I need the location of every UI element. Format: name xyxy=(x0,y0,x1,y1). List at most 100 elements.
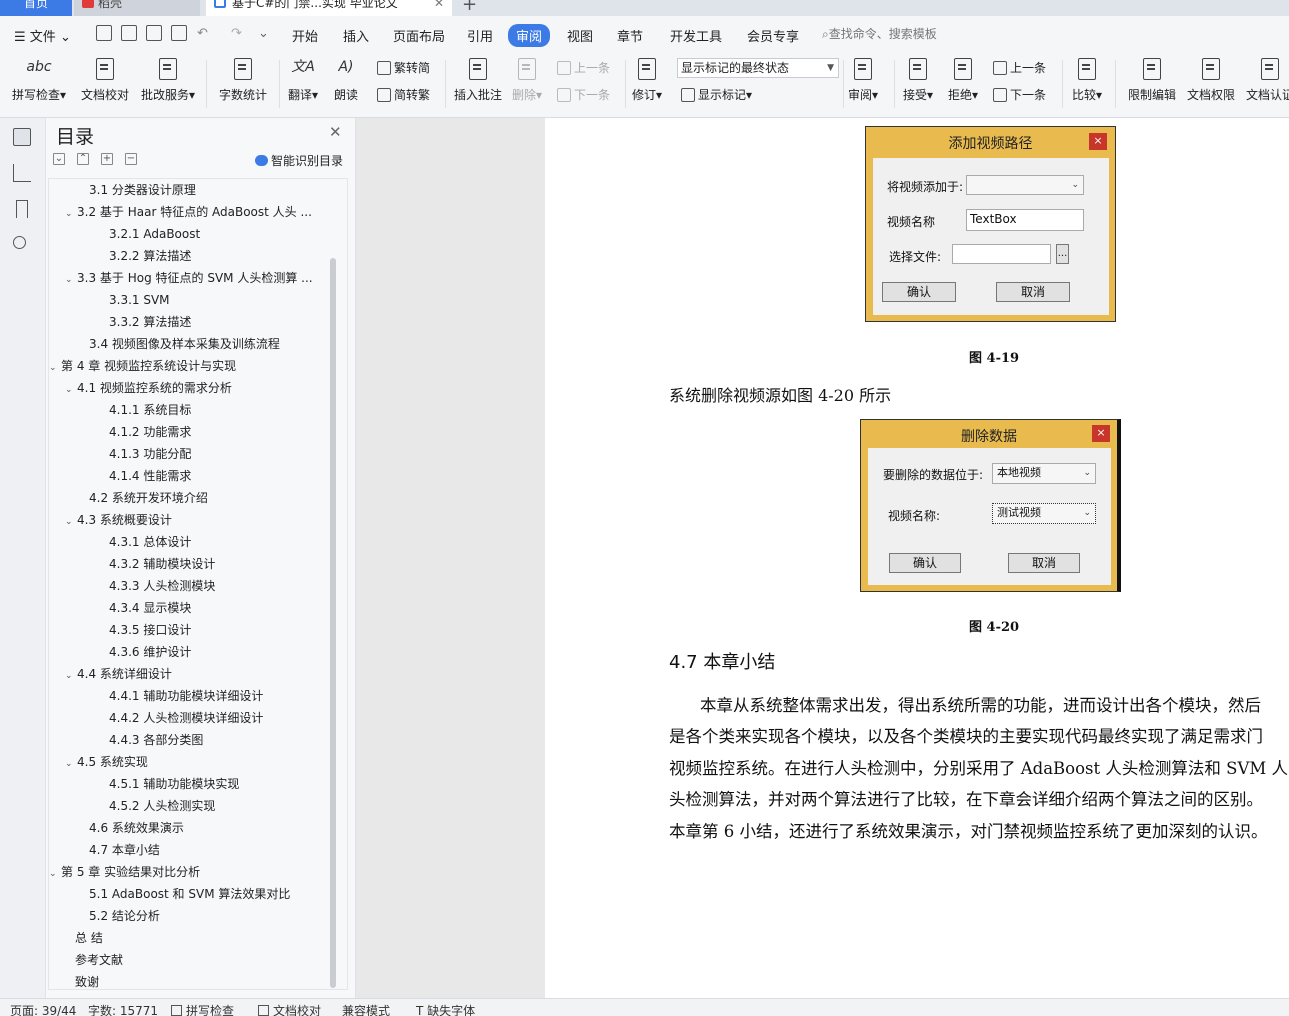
menu-insert[interactable]: 插入 xyxy=(343,26,369,45)
read-aloud-button[interactable]: A) 朗读 xyxy=(333,56,359,103)
toc-item[interactable]: 4.1.4 性能需求 xyxy=(109,465,191,487)
toc-item[interactable]: ⌄ 3.3 基于 Hog 特征点的 SVM 人头检测算 ... xyxy=(65,267,313,289)
menu-references[interactable]: 引用 xyxy=(467,26,493,45)
track-changes-button[interactable]: 修订▾ xyxy=(632,56,662,103)
bookmark-icon[interactable] xyxy=(16,200,28,218)
to-traditional-button[interactable]: 简转繁 xyxy=(377,86,430,103)
toc-item[interactable]: 4.3.1 总体设计 xyxy=(109,531,191,553)
review-pane-button[interactable]: 审阅▾ xyxy=(848,56,878,103)
insert-comment-button[interactable]: 插入批注 xyxy=(454,56,502,103)
doc-permission-button[interactable]: 文档权限 xyxy=(1187,56,1235,103)
close-tab-icon[interactable]: ✕ xyxy=(434,0,444,12)
toc-item[interactable]: 4.4.2 人头检测模块详细设计 xyxy=(109,707,263,729)
add-heading-icon[interactable]: + xyxy=(101,153,113,165)
tab-document[interactable]: 基于C#的门禁...实现 毕业论文 ✕ xyxy=(206,0,452,16)
chevron-down-icon[interactable]: ⌄ xyxy=(49,357,61,379)
new-tab-button[interactable]: + xyxy=(462,0,477,15)
accept-button[interactable]: 接受▾ xyxy=(903,56,933,103)
toc-item[interactable]: 3.2.2 算法描述 xyxy=(109,245,191,267)
menu-view[interactable]: 视图 xyxy=(567,26,593,45)
translate-button[interactable]: 文A 翻译▾ xyxy=(288,56,318,103)
command-search[interactable]: ⌕查找命令、搜索模板 xyxy=(822,25,937,42)
chevron-down-icon[interactable]: ⌄ xyxy=(65,203,77,225)
toc-item[interactable]: ⌄ 4.1 视频监控系统的需求分析 xyxy=(65,377,232,399)
toc-item[interactable]: 3.2.1 AdaBoost xyxy=(109,223,200,245)
toc-item[interactable]: 4.5.2 人头检测实现 xyxy=(109,795,215,817)
doc-cert-button[interactable]: 文档认证 xyxy=(1246,56,1289,103)
close-icon[interactable]: ✕ xyxy=(329,123,342,141)
toc-item[interactable]: ⌄ 4.4 系统详细设计 xyxy=(65,663,172,685)
chapter-nav-icon[interactable] xyxy=(13,164,31,182)
prev-change-button[interactable]: 上一条 xyxy=(993,59,1046,76)
doc-proof-button[interactable]: 文档校对 xyxy=(81,56,129,103)
toc-item[interactable]: 4.3.3 人头检测模块 xyxy=(109,575,215,597)
word-count[interactable]: 字数: 15771 xyxy=(88,1002,158,1016)
toc-item[interactable]: ⌄ 3.2 基于 Haar 特征点的 AdaBoost 人头 ... xyxy=(65,201,312,223)
show-markup-button[interactable]: 显示标记▾ xyxy=(681,86,752,103)
toc-item[interactable]: 4.3.6 维护设计 xyxy=(109,641,191,663)
next-change-button[interactable]: 下一条 xyxy=(993,86,1046,103)
menu-member[interactable]: 会员专享 xyxy=(747,26,799,45)
delete-comment-button[interactable]: 删除▾ xyxy=(512,56,542,103)
toc-item[interactable]: 参考文献 xyxy=(75,949,123,971)
menu-review[interactable]: 审阅 xyxy=(508,24,551,47)
smart-toc-button[interactable]: 智能识别目录 xyxy=(255,152,343,169)
toc-item[interactable]: ⌄ 第 5 章 实验结果对比分析 xyxy=(49,861,200,883)
word-count-button[interactable]: 字数统计 xyxy=(219,56,267,103)
reject-button[interactable]: 拒绝▾ xyxy=(948,56,978,103)
search-icon[interactable] xyxy=(13,236,26,249)
status-spell-check[interactable]: 拼写检查 xyxy=(171,1002,234,1016)
toc-item[interactable]: 4.2 系统开发环境介绍 xyxy=(89,487,208,509)
toc-item[interactable]: 3.4 视频图像及样本采集及训练流程 xyxy=(89,333,280,355)
spell-check-button[interactable]: abc 拼写检查▾ xyxy=(12,56,66,103)
tab-home[interactable]: 首页 xyxy=(0,0,72,16)
batch-service-button[interactable]: 批改服务▾ xyxy=(141,56,195,103)
toc-item[interactable]: 4.1.1 系统目标 xyxy=(109,399,191,421)
chevron-down-icon[interactable]: ⌄ xyxy=(49,863,61,885)
toc-item[interactable]: 5.2 结论分析 xyxy=(89,905,160,927)
chevron-down-icon[interactable]: ⌄ xyxy=(65,511,77,533)
chevron-down-icon[interactable]: ⌄ xyxy=(65,269,77,291)
save-icon[interactable] xyxy=(96,25,112,41)
toc-item[interactable]: 4.4.3 各部分类图 xyxy=(109,729,203,751)
export-pdf-icon[interactable] xyxy=(121,25,137,41)
toc-item[interactable]: 3.3.2 算法描述 xyxy=(109,311,191,333)
menu-start[interactable]: 开始 xyxy=(292,26,318,45)
print-preview-icon[interactable] xyxy=(171,25,187,41)
compare-button[interactable]: 比较▾ xyxy=(1072,56,1102,103)
menu-developer[interactable]: 开发工具 xyxy=(670,26,722,45)
toc-item[interactable]: 3.1 分类器设计原理 xyxy=(89,179,196,201)
next-comment-button[interactable]: 下一条 xyxy=(557,86,610,103)
toc-item[interactable]: 3.3.1 SVM xyxy=(109,289,170,311)
remove-heading-icon[interactable]: − xyxy=(125,153,137,165)
expand-up-icon[interactable]: ⌃ xyxy=(77,153,89,165)
quick-access-more-icon[interactable]: ⌄ xyxy=(258,26,269,41)
toc-item[interactable]: ⌄ 4.5 系统实现 xyxy=(65,751,148,773)
toc-item[interactable]: 4.3.2 辅助模块设计 xyxy=(109,553,215,575)
restrict-edit-button[interactable]: 限制编辑 xyxy=(1128,56,1176,103)
to-simplified-button[interactable]: 繁转简 xyxy=(377,59,430,76)
menu-page-layout[interactable]: 页面布局 xyxy=(393,26,445,45)
toc-item[interactable]: 4.4.1 辅助功能模块详细设计 xyxy=(109,685,263,707)
redo-icon[interactable]: ↷ xyxy=(231,26,242,41)
toc-item[interactable]: 4.6 系统效果演示 xyxy=(89,817,184,839)
toc-item[interactable]: 4.1.2 功能需求 xyxy=(109,421,191,443)
collapse-all-icon[interactable]: ⌄ xyxy=(53,153,65,165)
toc-item[interactable]: 总 结 xyxy=(75,927,103,949)
toc-item[interactable]: 4.5.1 辅助功能模块实现 xyxy=(109,773,239,795)
status-doc-proof[interactable]: 文档校对 xyxy=(258,1002,321,1016)
toc-item[interactable]: 4.7 本章小结 xyxy=(89,839,160,861)
toc-item[interactable]: 5.1 AdaBoost 和 SVM 算法效果对比 xyxy=(89,883,290,905)
file-menu[interactable]: ☰ 文件 ⌄ xyxy=(14,26,71,45)
toc-item[interactable]: 4.3.5 接口设计 xyxy=(109,619,191,641)
undo-icon[interactable]: ↶ xyxy=(197,26,208,41)
print-icon[interactable] xyxy=(146,25,162,41)
missing-font[interactable]: T̲ 缺失字体 xyxy=(416,1002,475,1016)
toc-item[interactable]: 4.1.3 功能分配 xyxy=(109,443,191,465)
toc-item[interactable]: ⌄ 第 4 章 视频监控系统设计与实现 xyxy=(49,355,236,377)
chevron-down-icon[interactable]: ⌄ xyxy=(65,379,77,401)
toc-item[interactable]: 致谢 xyxy=(75,971,99,989)
tab-draft[interactable]: 稻壳 xyxy=(74,0,200,16)
page-count[interactable]: 页面: 39/44 xyxy=(10,1002,76,1016)
toc-item[interactable]: 4.3.4 显示模块 xyxy=(109,597,191,619)
